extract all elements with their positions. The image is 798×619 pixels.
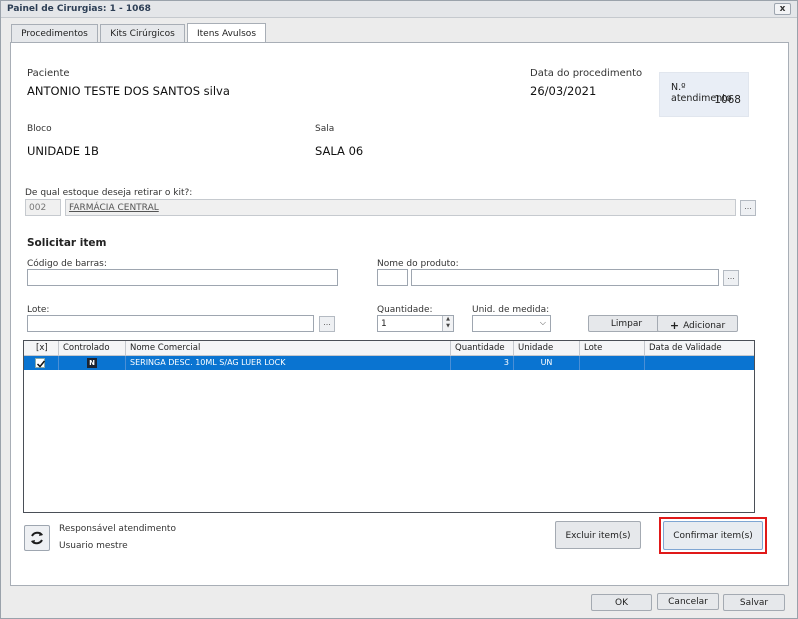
paciente-value: ANTONIO TESTE DOS SANTOS silva bbox=[27, 84, 230, 98]
grid-header: [x] Controlado Nome Comercial Quantidade… bbox=[24, 341, 754, 356]
row-checkbox[interactable] bbox=[35, 358, 46, 368]
close-icon: x bbox=[779, 4, 786, 14]
sala-label: Sala bbox=[315, 124, 335, 134]
row-controlado-cell: N bbox=[59, 356, 126, 370]
sala-value: SALA 06 bbox=[315, 144, 364, 158]
quantidade-stepper[interactable]: 1 ▲ ▼ bbox=[377, 315, 454, 332]
tab-itens-avulsos[interactable]: Itens Avulsos bbox=[187, 23, 266, 43]
chevron-down-icon: ⌵ bbox=[539, 318, 546, 327]
tab-panel-itens-avulsos: Paciente ANTONIO TESTE DOS SANTOS silva … bbox=[10, 42, 789, 586]
close-button[interactable]: x bbox=[774, 3, 791, 15]
col-header-lote[interactable]: Lote bbox=[580, 341, 645, 356]
refresh-icon bbox=[31, 531, 43, 545]
estoque-code-field: 002 bbox=[25, 199, 61, 216]
unid-medida-select[interactable]: ⌵ bbox=[472, 315, 551, 332]
confirmar-items-button[interactable]: Confirmar item(s) bbox=[663, 521, 763, 550]
unid-medida-label: Unid. de medida: bbox=[472, 305, 550, 315]
chevron-down-icon[interactable]: ▼ bbox=[443, 323, 453, 330]
refresh-button[interactable] bbox=[24, 525, 50, 551]
row-quantidade-cell: 3 bbox=[451, 356, 514, 370]
estoque-label: De qual estoque deseja retirar o kit?: bbox=[25, 188, 193, 198]
dialog-window: Painel de Cirurgias: 1 - 1068 x Procedim… bbox=[0, 0, 798, 619]
responsavel-label: Responsável atendimento bbox=[59, 524, 176, 534]
footer-bar: OK Cancelar Salvar bbox=[1, 586, 797, 618]
produto-label: Nome do produto: bbox=[377, 259, 459, 269]
data-procedimento-value: 26/03/2021 bbox=[530, 84, 597, 98]
items-grid[interactable]: [x] Controlado Nome Comercial Quantidade… bbox=[23, 340, 755, 513]
table-row[interactable]: N SERINGA DESC. 10ML S/AG LUER LOCK 3 UN bbox=[24, 356, 754, 370]
produto-name-input[interactable] bbox=[411, 269, 719, 286]
row-validade-cell bbox=[645, 356, 754, 370]
stepper-arrows[interactable]: ▲ ▼ bbox=[442, 316, 453, 331]
row-nome-cell: SERINGA DESC. 10ML S/AG LUER LOCK bbox=[126, 356, 451, 370]
barcode-label: Código de barras: bbox=[27, 259, 107, 269]
col-header-quantidade[interactable]: Quantidade bbox=[451, 341, 514, 356]
adicionar-button[interactable]: + Adicionar bbox=[657, 315, 738, 332]
atendimento-box: N.º atendimento 1068 bbox=[659, 72, 749, 117]
bloco-label: Bloco bbox=[27, 124, 52, 134]
solicitar-item-title: Solicitar item bbox=[27, 237, 107, 249]
plus-icon: + bbox=[669, 319, 680, 332]
ok-button[interactable]: OK bbox=[591, 594, 652, 611]
row-check-cell[interactable] bbox=[24, 356, 59, 370]
barcode-input[interactable] bbox=[27, 269, 338, 286]
col-header-nome-comercial[interactable]: Nome Comercial bbox=[126, 341, 451, 356]
atendimento-value: 1068 bbox=[714, 94, 741, 106]
estoque-name-field: FARMÁCIA CENTRAL bbox=[65, 199, 736, 216]
chevron-up-icon[interactable]: ▲ bbox=[443, 316, 453, 323]
tab-procedimentos[interactable]: Procedimentos bbox=[11, 24, 98, 42]
lote-input[interactable] bbox=[27, 315, 314, 332]
row-unidade-cell: UN bbox=[514, 356, 580, 370]
col-header-controlado[interactable]: Controlado bbox=[59, 341, 126, 356]
paciente-label: Paciente bbox=[27, 68, 70, 79]
controlado-badge: N bbox=[87, 358, 97, 368]
produto-code-input[interactable] bbox=[377, 269, 408, 286]
salvar-button[interactable]: Salvar bbox=[723, 594, 785, 611]
window-title: Painel de Cirurgias: 1 - 1068 bbox=[7, 4, 151, 14]
row-lote-cell bbox=[580, 356, 645, 370]
bloco-value: UNIDADE 1B bbox=[27, 144, 99, 158]
responsavel-value: Usuario mestre bbox=[59, 541, 128, 551]
lote-search-button[interactable]: ... bbox=[319, 316, 335, 332]
quantidade-value: 1 bbox=[381, 319, 387, 329]
limpar-button[interactable]: Limpar bbox=[588, 315, 665, 332]
tab-kits-cirurgicos[interactable]: Kits Cirúrgicos bbox=[100, 24, 185, 42]
col-header-unidade[interactable]: Unidade bbox=[514, 341, 580, 356]
estoque-search-button[interactable]: ... bbox=[740, 200, 756, 216]
title-bar: Painel de Cirurgias: 1 - 1068 x bbox=[1, 1, 797, 18]
adicionar-label: Adicionar bbox=[683, 321, 726, 331]
quantidade-label: Quantidade: bbox=[377, 305, 433, 315]
excluir-items-button[interactable]: Excluir item(s) bbox=[555, 521, 641, 549]
lote-label: Lote: bbox=[27, 305, 50, 315]
cancelar-button[interactable]: Cancelar bbox=[657, 593, 719, 610]
produto-search-button[interactable]: ... bbox=[723, 270, 739, 286]
data-procedimento-label: Data do procedimento bbox=[530, 68, 643, 79]
checkmark-icon bbox=[36, 360, 46, 368]
col-header-data-validade[interactable]: Data de Validade bbox=[645, 341, 754, 356]
col-header-check[interactable]: [x] bbox=[24, 341, 59, 356]
